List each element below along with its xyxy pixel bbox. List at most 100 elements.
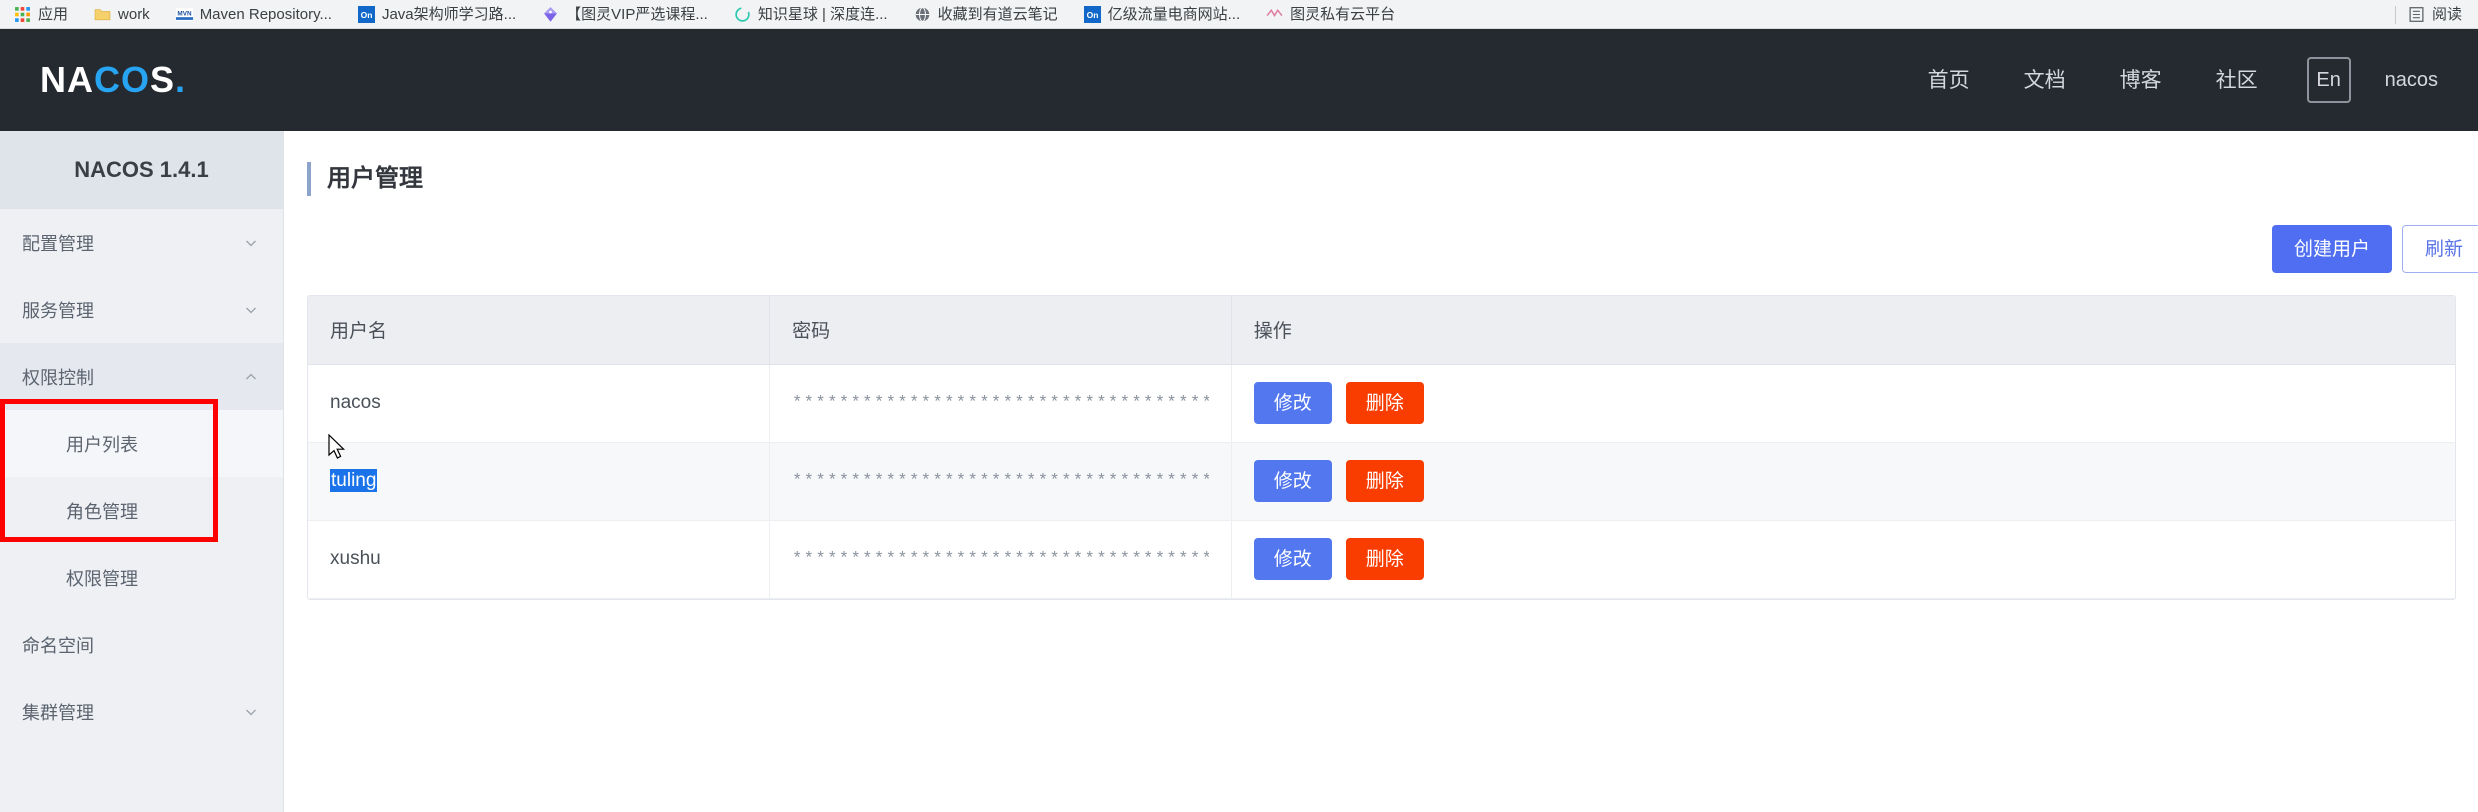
sidebar-item-label: 命名空间 (22, 635, 94, 656)
edit-button[interactable]: 修改 (1253, 460, 1332, 502)
sidebar-item-label: 服务管理 (22, 300, 94, 321)
column-header-username: 用户名 (308, 296, 771, 365)
bookmark-label: work (118, 5, 150, 23)
folder-icon (94, 8, 111, 20)
nav-item-home[interactable]: 首页 (1901, 70, 1997, 91)
user-table-container: 用户名 密码 操作 nacos ************************… (307, 295, 2456, 600)
nacos-logo[interactable]: NA CO S. (40, 62, 186, 98)
sidebar-version-title: NACOS 1.4.1 (0, 131, 283, 209)
bookmark-label: 亿级流量电商网站... (1107, 5, 1241, 23)
table-row: tuling *********************************… (308, 442, 2455, 521)
bookmark-item-youdao-note[interactable]: 收藏到有道云笔记 (914, 0, 1058, 28)
bookmark-item-tuling-private-cloud[interactable]: 图灵私有云平台 (1266, 0, 1396, 28)
sidebar-item-cluster-management[interactable]: 集群管理 (0, 678, 283, 745)
on-icon: On (1083, 5, 1101, 23)
edit-button[interactable]: 修改 (1253, 382, 1332, 424)
bookmark-item-java-architect[interactable]: On Java架构师学习路... (357, 0, 517, 28)
page-title-row: 用户管理 (285, 131, 2478, 197)
table-body: nacos **********************************… (308, 364, 2455, 599)
sidebar-item-label: 权限控制 (22, 367, 94, 388)
sidebar-item-namespace[interactable]: 命名空间 (0, 611, 283, 678)
logo-part-s: S (150, 59, 176, 100)
username-text: xushu (330, 548, 381, 569)
svg-text:MVN: MVN (177, 10, 192, 17)
user-table: 用户名 密码 操作 nacos ************************… (308, 296, 2455, 599)
bookmark-item-reading-list[interactable]: 阅读 (2408, 0, 2462, 28)
edit-button[interactable]: 修改 (1253, 538, 1332, 580)
circle-arrow-icon (735, 6, 750, 22)
language-toggle-button[interactable]: En (2306, 57, 2351, 103)
chevron-down-icon (246, 240, 256, 246)
main-content: 用户管理 创建用户 刷新 用户名 密码 操作 nacos ***********… (285, 131, 2478, 812)
nav-item-blog[interactable]: 博客 (2093, 70, 2189, 91)
chevron-down-icon (246, 709, 256, 715)
apps-grid-icon (15, 6, 30, 22)
cell-username: nacos (308, 364, 771, 443)
nav-item-community[interactable]: 社区 (2189, 70, 2285, 91)
bookmark-label: Maven Repository... (199, 5, 332, 23)
bookmark-label: 【图灵VIP严选课程... (566, 5, 708, 23)
svg-text:On: On (1086, 10, 1098, 20)
header-user-menu[interactable]: nacos (2385, 69, 2438, 92)
bookmark-item-ecommerce-site[interactable]: On 亿级流量电商网站... (1083, 0, 1241, 28)
sidebar-item-authority-control[interactable]: 权限控制 (0, 343, 283, 410)
delete-button[interactable]: 删除 (1345, 382, 1424, 424)
sidebar-subitem-label: 用户列表 (66, 434, 138, 455)
column-header-actions: 操作 (1231, 296, 2455, 365)
password-mask: ****************************************… (792, 393, 1209, 413)
row-action-group: 修改 删除 (1253, 382, 2433, 424)
bookmark-label: 收藏到有道云笔记 (937, 5, 1058, 23)
sidebar-item-role-management[interactable]: 角色管理 (0, 477, 283, 544)
logo-part-na: NA (40, 59, 94, 100)
cell-actions: 修改 删除 (1231, 442, 2455, 521)
bookmark-item-maven-repository[interactable]: MVN Maven Repository... (175, 0, 332, 28)
cell-username: xushu (308, 520, 771, 599)
sidebar-subitem-label: 权限管理 (66, 568, 138, 589)
sidebar-item-user-list[interactable]: 用户列表 (0, 410, 283, 477)
action-toolbar: 创建用户 刷新 (285, 225, 2478, 273)
sidebar-subitem-label: 角色管理 (66, 501, 138, 522)
delete-button[interactable]: 删除 (1345, 460, 1424, 502)
sidebar: NACOS 1.4.1 配置管理 服务管理 权限控制 用户列表 角色管理 权限管… (0, 131, 284, 812)
bookmark-label: Java架构师学习路... (381, 5, 517, 23)
cell-username: tuling (308, 442, 771, 521)
diamond-icon (544, 6, 558, 22)
sidebar-item-service-management[interactable]: 服务管理 (0, 276, 283, 343)
column-header-password: 密码 (769, 296, 1232, 365)
sidebar-item-permission-management[interactable]: 权限管理 (0, 544, 283, 611)
cell-actions: 修改 删除 (1231, 364, 2455, 443)
sidebar-item-label: 配置管理 (22, 233, 94, 254)
row-action-group: 修改 删除 (1253, 538, 2433, 580)
bookmark-label: 应用 (38, 5, 69, 23)
create-user-button[interactable]: 创建用户 (2271, 225, 2392, 273)
username-text: nacos (330, 392, 381, 413)
bookmark-item-zhishixingqiu[interactable]: 知识星球 | 深度连... (734, 0, 888, 28)
refresh-button[interactable]: 刷新 (2401, 225, 2478, 273)
sidebar-item-config-management[interactable]: 配置管理 (0, 209, 283, 276)
bookmark-item-work[interactable]: work (94, 0, 150, 28)
bookmark-item-tuling-vip-course[interactable]: 【图灵VIP严选课程... (542, 0, 708, 28)
bookmark-label: 图灵私有云平台 (1290, 5, 1396, 23)
bookmark-bar-right-group: 阅读 (2390, 0, 2478, 28)
on-icon: On (357, 5, 375, 23)
cell-password: ****************************************… (769, 520, 1232, 599)
svg-text:On: On (361, 10, 373, 20)
table-header-row: 用户名 密码 操作 (308, 296, 2455, 365)
title-accent-bar (307, 162, 311, 196)
chevron-up-icon (246, 373, 256, 379)
chevron-down-icon (246, 307, 256, 313)
bookmark-item-apps[interactable]: 应用 (14, 0, 69, 28)
reading-list-icon (2409, 7, 2424, 22)
nav-item-docs[interactable]: 文档 (1997, 70, 2093, 91)
cell-actions: 修改 删除 (1231, 520, 2455, 599)
password-mask: ****************************************… (792, 549, 1209, 569)
table-row: nacos **********************************… (308, 364, 2455, 443)
header-nav: 首页 文档 博客 社区 En nacos (1901, 57, 2478, 103)
page-title: 用户管理 (327, 165, 423, 192)
divider (2394, 5, 2396, 24)
username-text: tuling (330, 469, 378, 492)
logo-part-co: CO (94, 59, 150, 100)
delete-button[interactable]: 删除 (1345, 538, 1424, 580)
password-mask: ****************************************… (792, 471, 1209, 491)
logo-dot: . (175, 59, 187, 100)
